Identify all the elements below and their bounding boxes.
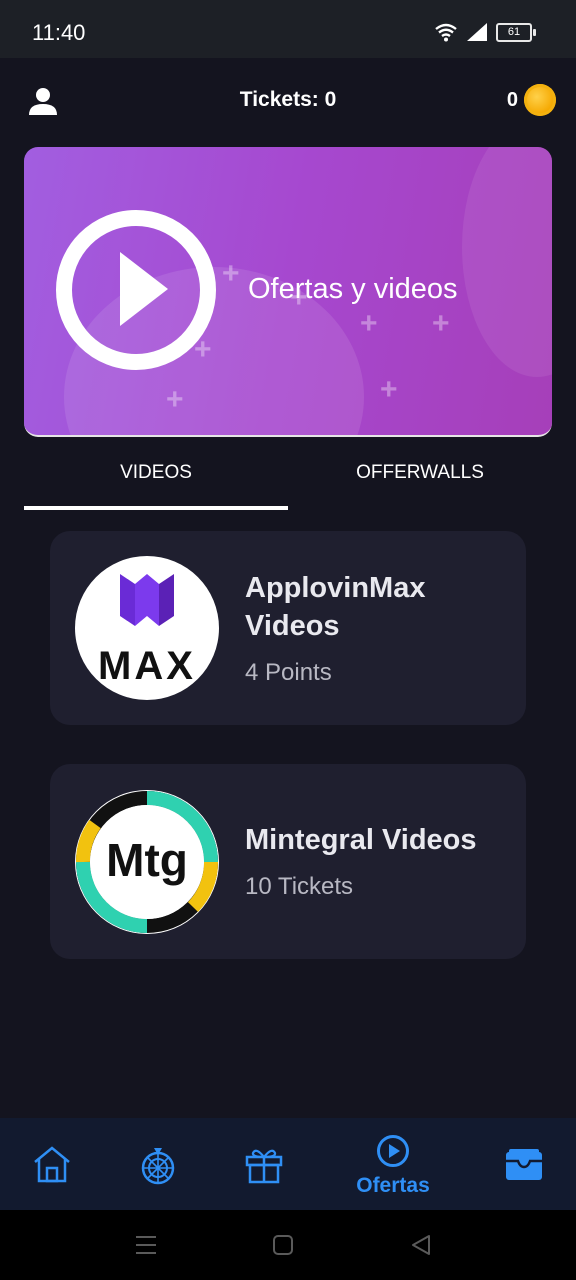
card-title-line: ApplovinMax [245,572,426,604]
back-icon[interactable] [410,1234,432,1256]
tab-videos[interactable]: VIDEOS [24,446,288,506]
mintegral-card[interactable]: Mtg Mintegral Videos 10 Tickets [50,764,526,959]
nav-wheel[interactable] [108,1118,208,1210]
card-reward: 10 Tickets [245,873,354,900]
coin-icon [524,84,556,116]
nav-ofertas[interactable]: Ofertas [343,1118,443,1210]
card-title: Mintegral Videos [245,824,477,856]
signal-icon [467,23,487,41]
applovin-max-card[interactable]: MAX ApplovinMax Videos 4 Points [50,531,526,725]
menu-icon[interactable] [135,1234,157,1256]
nav-home[interactable] [2,1118,102,1210]
status-time: 11:40 [32,20,86,45]
plus-decoration-icon: + [166,383,184,416]
offers-banner[interactable]: + + + + + + + Ofertas y videos [24,147,552,437]
plus-decoration-icon: + [380,373,398,406]
plus-decoration-icon: + [222,257,240,290]
card-title-line: Videos [245,610,340,642]
applovin-max-logo: MAX [75,556,219,700]
mintegral-logo: Mtg [75,790,219,934]
card-title: ApplovinMax Videos [245,569,425,645]
card-reward: 4 Points [245,659,332,686]
tickets-counter: Tickets: 0 [239,88,337,111]
plus-decoration-icon: + [360,307,378,340]
play-circle-icon [377,1135,409,1167]
coins-balance: 0 [507,84,556,116]
nav-ofertas-label: Ofertas [356,1174,430,1197]
nav-wallet[interactable] [474,1118,574,1210]
status-bar: 11:40 61 [0,0,576,58]
banner-title: Ofertas y videos [248,273,458,305]
bottom-navigation: Ofertas [0,1118,576,1210]
active-tab-indicator [24,506,288,510]
app-screen: 11:40 61 Tickets: 0 0 + + + + + + + Ofer… [0,0,576,1280]
system-navigation-bar [0,1210,576,1280]
header: Tickets: 0 0 [0,58,576,144]
tab-offerwalls[interactable]: OFFERWALLS [288,446,552,506]
wifi-icon [435,23,457,42]
home-square-icon[interactable] [272,1234,294,1256]
max-logo-text: MAX [98,644,196,688]
gift-icon [245,1149,283,1184]
mtg-logo-text: Mtg [106,834,188,886]
home-icon [34,1146,70,1183]
wallet-icon [506,1149,542,1180]
play-icon [56,210,216,370]
wheel-icon [141,1148,175,1185]
status-icons: 61 [434,22,536,42]
banner-decoration [462,147,552,377]
tab-bar: VIDEOS OFFERWALLS [24,446,552,512]
battery-icon: 61 [496,22,536,42]
plus-decoration-icon: + [432,307,450,340]
nav-gifts[interactable] [214,1118,314,1210]
coin-count: 0 [506,88,518,111]
